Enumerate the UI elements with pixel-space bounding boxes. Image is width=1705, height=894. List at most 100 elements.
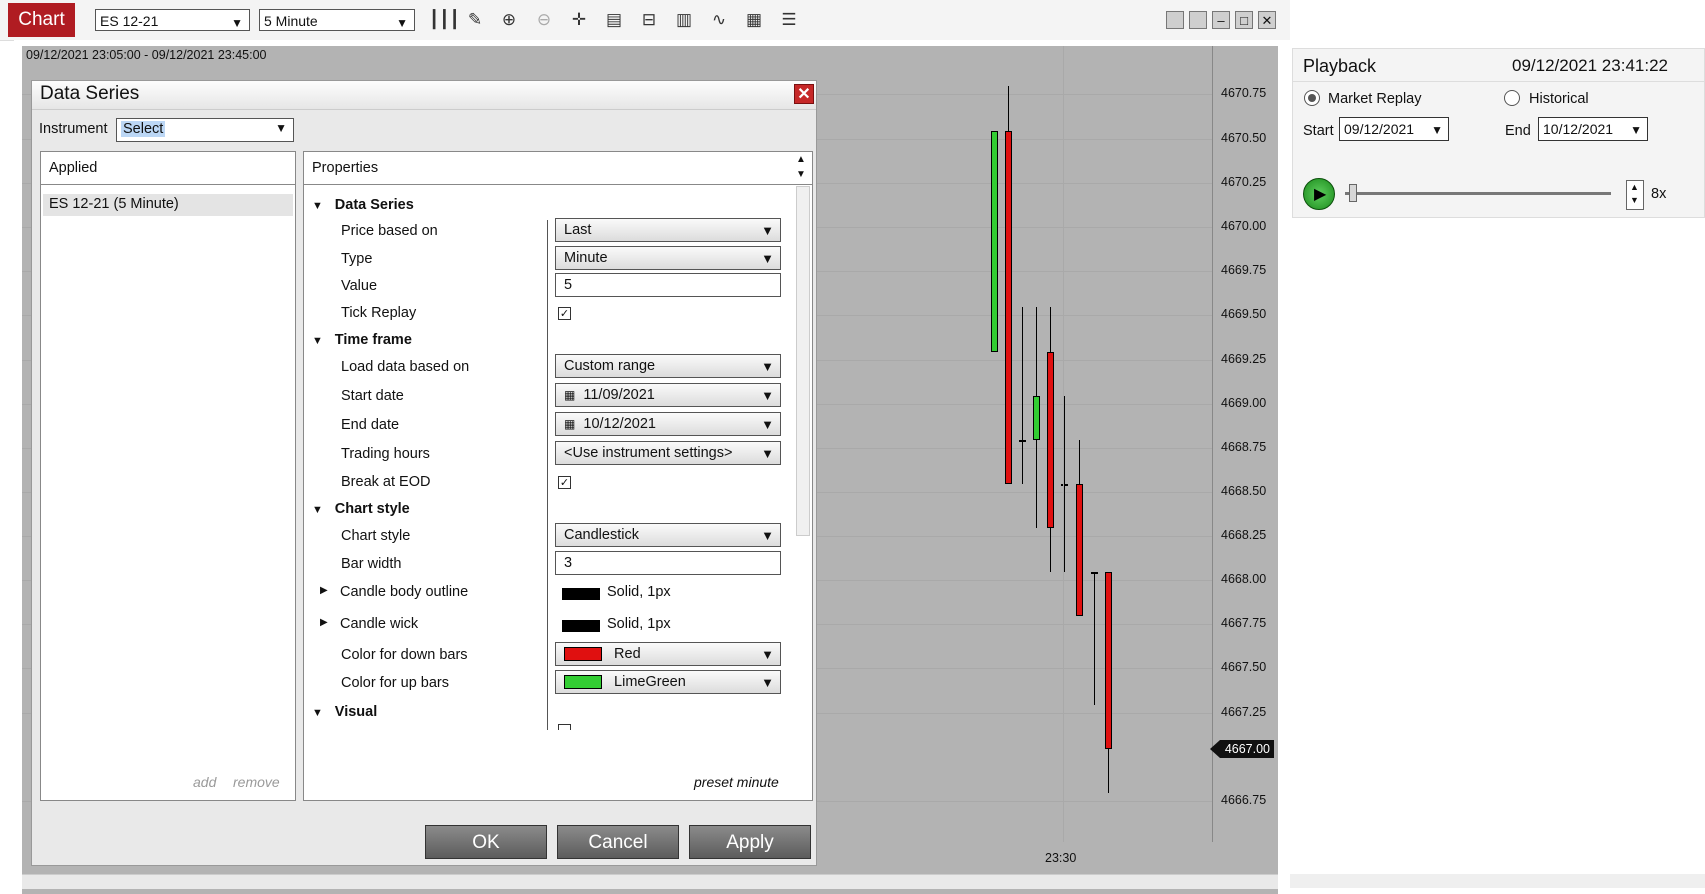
- drawing-pencil-icon[interactable]: ✎: [463, 8, 487, 32]
- instrument-select[interactable]: Select ▼: [116, 118, 294, 142]
- candle-outline-label: Candle body outline: [340, 584, 469, 600]
- applied-item[interactable]: ES 12-21 (5 Minute): [43, 194, 293, 216]
- candle-outline-swatch[interactable]: [562, 588, 600, 600]
- properties-icon[interactable]: ▦: [742, 8, 766, 32]
- instrument-select-value: Select: [121, 121, 166, 137]
- trading-hours-select[interactable]: <Use instrument settings> ▼: [555, 441, 781, 465]
- remove-link[interactable]: remove: [233, 774, 280, 790]
- properties-scrollbar[interactable]: [796, 186, 810, 536]
- down-color-label: Color for down bars: [341, 647, 468, 663]
- candle-body: [1019, 440, 1026, 442]
- applied-divider: [41, 184, 295, 185]
- historical-radio[interactable]: [1504, 90, 1520, 106]
- zoom-out-icon[interactable]: ⊖: [532, 8, 556, 32]
- close-icon[interactable]: ✕: [794, 84, 814, 104]
- play-button[interactable]: ▶: [1303, 178, 1335, 210]
- start-date-select[interactable]: 09/12/2021 ▼: [1339, 117, 1449, 141]
- tick-replay-checkbox[interactable]: ✓: [558, 307, 571, 320]
- chart-toolbar: Chart ES 12-21 ▼ 5 Minute ▼ ┃┃┃ ✎ ⊕ ⊖ ✛ …: [0, 0, 1290, 41]
- down-color-select[interactable]: Red ▼: [555, 642, 781, 666]
- section-title: Time frame: [334, 332, 412, 348]
- scroll-up-icon[interactable]: ▲: [796, 154, 806, 165]
- maximize-icon[interactable]: □: [1235, 11, 1253, 29]
- add-link[interactable]: add: [193, 774, 216, 790]
- playback-slider-thumb[interactable]: [1349, 184, 1357, 202]
- strategies-icon[interactable]: ▥: [672, 8, 696, 32]
- candle-body: [1091, 572, 1098, 574]
- candle-body: [1105, 572, 1112, 749]
- start-label: Start: [1303, 123, 1334, 139]
- tile-icon[interactable]: [1166, 11, 1184, 29]
- up-color-swatch: [564, 675, 602, 690]
- bar-type-icon[interactable]: ┃┃┃: [429, 8, 460, 32]
- up-color-label: Color for up bars: [341, 675, 449, 691]
- instrument-selector-value: ES 12-21: [100, 13, 159, 29]
- minimize-icon[interactable]: –: [1212, 11, 1230, 29]
- expand-triangle-icon[interactable]: ▶: [320, 585, 328, 596]
- time-axis-label: 23:30: [1045, 851, 1077, 865]
- chart-style-section[interactable]: ▼ Chart style: [312, 500, 410, 517]
- section-title: Chart style: [334, 501, 410, 517]
- load-data-value: Custom range: [564, 358, 656, 374]
- end-date-picker[interactable]: ▦ 10/12/2021 ▼: [555, 412, 781, 436]
- crosshair-icon[interactable]: ✛: [567, 8, 591, 32]
- instrument-selector[interactable]: ES 12-21 ▼: [95, 9, 250, 31]
- chart-horizontal-scrollbar[interactable]: [22, 874, 1278, 889]
- close-icon[interactable]: ✕: [1258, 11, 1276, 29]
- speed-label: 8x: [1651, 186, 1667, 202]
- data-series-section[interactable]: ▼ Data Series: [312, 196, 414, 213]
- interval-selector[interactable]: 5 Minute ▼: [259, 9, 415, 31]
- list-icon[interactable]: ☰: [777, 8, 801, 32]
- value-input[interactable]: 5: [555, 273, 781, 297]
- end-date-select[interactable]: 10/12/2021 ▼: [1538, 117, 1648, 141]
- visual-section[interactable]: ▼ Visual: [312, 703, 377, 720]
- ok-button[interactable]: OK: [425, 825, 547, 859]
- properties-panel: Properties ▲ ▼ ▼ Data Series Price based…: [303, 151, 813, 801]
- load-data-select[interactable]: Custom range ▼: [555, 354, 781, 378]
- market-replay-radio[interactable]: [1304, 90, 1320, 106]
- tile2-icon[interactable]: [1189, 11, 1207, 29]
- indicators-icon[interactable]: ∿: [707, 8, 731, 32]
- zoom-in-icon[interactable]: ⊕: [497, 8, 521, 32]
- price-axis-label: 4670.50: [1221, 131, 1267, 145]
- bar-width-input[interactable]: 3: [555, 551, 781, 575]
- price-based-on-select[interactable]: Last ▼: [555, 218, 781, 242]
- price-axis-label: 4670.75: [1221, 86, 1267, 100]
- price-axis-label: 4668.50: [1221, 484, 1267, 498]
- break-eod-checkbox[interactable]: ✓: [558, 476, 571, 489]
- right-scrollbar[interactable]: [1290, 874, 1705, 888]
- expand-triangle-icon[interactable]: ▶: [320, 617, 328, 628]
- chart-style-select[interactable]: Candlestick ▼: [555, 523, 781, 547]
- price-axis-label: 4667.75: [1221, 616, 1267, 630]
- speed-stepper[interactable]: ▲ ▼: [1626, 180, 1644, 210]
- candle-wick: [1094, 572, 1095, 705]
- candle-wick-swatch[interactable]: [562, 620, 600, 632]
- price-axis-label: 4668.25: [1221, 528, 1267, 542]
- chart-tab[interactable]: Chart: [8, 3, 75, 37]
- templates-icon[interactable]: ⊟: [637, 8, 661, 32]
- playback-slider-track[interactable]: [1345, 192, 1611, 195]
- dialog-title-bar[interactable]: [32, 81, 816, 110]
- apply-button[interactable]: Apply: [689, 825, 811, 859]
- chart-date-range: 09/12/2021 23:05:00 - 09/12/2021 23:45:0…: [26, 48, 267, 62]
- candle-body: [991, 131, 998, 352]
- playback-datetime: 09/12/2021 23:41:22: [1512, 56, 1668, 75]
- data-box-icon[interactable]: ▤: [602, 8, 626, 32]
- start-date-picker[interactable]: ▦ 11/09/2021 ▼: [555, 383, 781, 407]
- chevron-down-icon[interactable]: ▼: [1630, 195, 1639, 205]
- end-date-select-value: 10/12/2021: [1543, 121, 1614, 137]
- candle-body: [1076, 484, 1083, 616]
- collapse-triangle-icon: ▼: [312, 504, 323, 516]
- candle-outline-value: Solid, 1px: [607, 584, 671, 600]
- type-select[interactable]: Minute ▼: [555, 246, 781, 270]
- chevron-up-icon[interactable]: ▲: [1630, 182, 1639, 192]
- chart-style-value: Candlestick: [564, 527, 639, 543]
- scroll-down-icon[interactable]: ▼: [796, 169, 806, 180]
- time-frame-section[interactable]: ▼ Time frame: [312, 331, 412, 348]
- cancel-button[interactable]: Cancel: [557, 825, 679, 859]
- trading-hours-label: Trading hours: [341, 446, 430, 462]
- price-axis-line: [1212, 46, 1213, 842]
- preset-link[interactable]: preset minute: [694, 774, 779, 790]
- up-color-select[interactable]: LimeGreen ▼: [555, 670, 781, 694]
- price-axis-label: 4667.50: [1221, 660, 1267, 674]
